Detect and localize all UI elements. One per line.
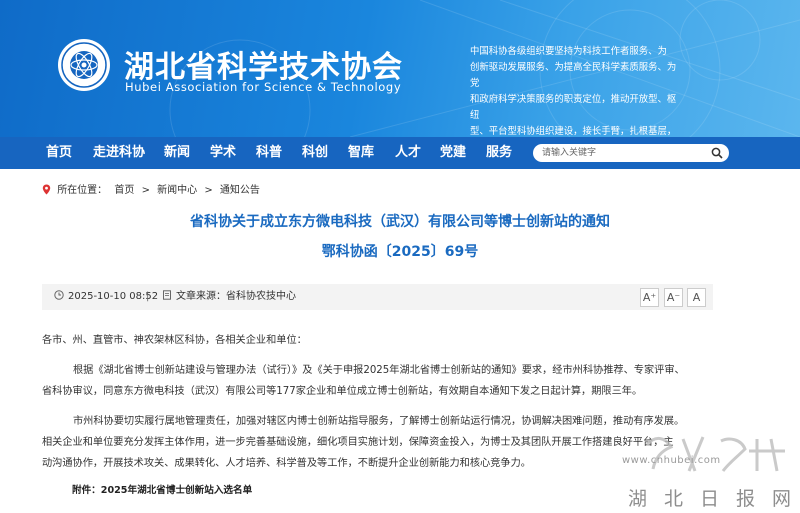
breadcrumb-label: 所在位置：	[57, 185, 108, 196]
article-title: 省科协关于成立东方微电科技（武汉）有限公司等博士创新站的通知	[190, 214, 610, 230]
article-paragraph-line: 根据《湖北省博士创新站建设与管理办法（试行）》及《关于申报2025年湖北省博士创…	[73, 365, 685, 376]
nav-item-academic[interactable]: 学术	[210, 137, 236, 169]
font-increase-button[interactable]: A⁺	[640, 288, 659, 307]
breadcrumb-separator: >	[141, 185, 150, 196]
nav-item-talent[interactable]: 人才	[395, 137, 421, 169]
nav-item-service[interactable]: 服务	[486, 137, 512, 169]
article-paragraph-line: 市州科协要切实履行属地管理责任，加强对辖区内博士创新站指导服务，了解博士创新站运…	[73, 416, 685, 427]
meta-separator: |	[146, 291, 150, 302]
article-source-text: 文章来源：省科协农技中心	[176, 291, 296, 302]
mission-statement: 中国科协各级组织要坚持为科技工作者服务、为 创新驱动发展服务、为提高全民科学素质…	[470, 44, 684, 137]
nav-item-about[interactable]: 走进科协	[93, 137, 145, 169]
search-icon[interactable]	[711, 147, 723, 159]
watermark-name: 湖北日报网	[628, 488, 800, 510]
nav-item-science-pop[interactable]: 科普	[256, 137, 282, 169]
mission-line: 和政府科学决策服务的职责定位，推动开放型、枢纽	[470, 94, 677, 121]
document-icon	[163, 290, 171, 300]
article-paragraph-line: 动沟通协作，开展技术攻关、成果转化、人才培养、科学普及等工作，不断提升企业创新能…	[42, 458, 531, 469]
breadcrumb-news-center[interactable]: 新闻中心	[157, 185, 197, 196]
article-paragraph-line: 省科协审议，同意东方微电科技（武汉）有限公司等177家企业和单位成立博士创新站，…	[42, 386, 643, 397]
nav-item-think-tank[interactable]: 智库	[348, 137, 374, 169]
nav-item-innovation[interactable]: 科创	[302, 137, 328, 169]
watermark-url: www.cnhubei.com	[622, 455, 721, 466]
breadcrumb: 所在位置： 首页 > 新闻中心 > 通知公告	[42, 181, 264, 196]
article-greeting: 各市、州、直管市、神农架林区科协，各相关企业和单位：	[42, 335, 307, 346]
article-doc-number: 鄂科协函〔2025〕69号	[321, 244, 479, 260]
nav-item-home[interactable]: 首页	[46, 137, 72, 169]
font-decrease-button[interactable]: A⁻	[664, 288, 683, 307]
article-date-text: 2025-10-10 08:52	[68, 291, 159, 302]
site-subtitle: Hubei Association for Science & Technolo…	[125, 80, 402, 94]
site-banner: 湖北省科学技术协会 Hubei Association for Science …	[0, 0, 800, 137]
nav-item-party[interactable]: 党建	[440, 137, 466, 169]
mission-line: 型、平台型科协组织建设，接长手臂，扎根基层，团	[470, 126, 677, 137]
nav-item-news[interactable]: 新闻	[164, 137, 190, 169]
search-placeholder: 请输入关键字	[542, 148, 597, 158]
article-attachment-link[interactable]: 附件：2025年湖北省博士创新站入选名单	[72, 482, 252, 496]
article-meta-bar: 2025-10-10 08:52 | 文章来源：省科协农技中心 A⁺ A⁻ A	[42, 284, 713, 310]
location-pin-icon	[42, 184, 51, 195]
breadcrumb-separator: >	[204, 185, 213, 196]
article-paragraph-line: 相关企业和单位要充分发挥主体作用，进一步完善基础设施，细化项目实施计划，保障资金…	[42, 437, 674, 448]
font-default-button[interactable]: A	[687, 288, 706, 307]
breadcrumb-notices[interactable]: 通知公告	[220, 185, 260, 196]
breadcrumb-home[interactable]: 首页	[114, 185, 134, 196]
mission-line: 中国科协各级组织要坚持为科技工作者服务、为	[470, 46, 667, 57]
hast-logo-icon	[58, 39, 110, 91]
search-input[interactable]: 请输入关键字	[533, 144, 729, 162]
article-date: 2025-10-10 08:52	[54, 284, 158, 310]
article-source: 文章来源：省科协农技中心	[162, 284, 296, 310]
clock-icon	[54, 290, 64, 300]
mission-line: 创新驱动发展服务、为提高全民科学素质服务、为党	[470, 62, 677, 89]
